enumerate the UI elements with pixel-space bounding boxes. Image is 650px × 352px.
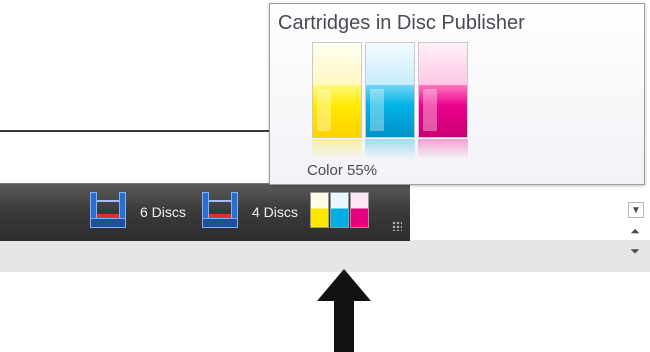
- cartridge-magenta-reflection: [418, 139, 468, 159]
- cartridge-magenta: [418, 42, 468, 138]
- cartridge-cyan-reflection: [365, 139, 415, 159]
- divider-line: [0, 130, 270, 132]
- tooltip-title: Cartridges in Disc Publisher: [278, 12, 525, 34]
- resize-grip-icon[interactable]: [392, 221, 402, 231]
- status-bar: 6 Discs 4 Discs: [0, 183, 410, 241]
- cartridge-yellow: [312, 42, 362, 138]
- gray-panel: [0, 240, 650, 272]
- disc-bin-1-label: 6 Discs: [140, 204, 186, 220]
- double-chevron-up-icon[interactable]: ⏶: [628, 224, 642, 238]
- cartridge-yellow-mini-icon[interactable]: [310, 192, 329, 228]
- cartridge-cyan: [365, 42, 415, 138]
- double-chevron-down-icon[interactable]: ⏷: [628, 244, 642, 258]
- cartridge-cyan-mini-icon[interactable]: [330, 192, 349, 228]
- ink-percent: 55%: [347, 162, 378, 179]
- cartridge-tooltip: Cartridges in Disc Publisher Color 55%: [269, 3, 645, 185]
- disc-bin-1-icon[interactable]: [88, 192, 128, 228]
- dropdown-arrow-icon[interactable]: ▼: [628, 202, 644, 218]
- disc-bin-2-icon[interactable]: [200, 192, 240, 228]
- scroll-controls: ▼ ⏶ ⏷: [626, 202, 644, 264]
- ink-level-text: Color 55%: [307, 162, 377, 179]
- cartridge-yellow-reflection: [312, 139, 362, 159]
- cartridge-magenta-mini-icon[interactable]: [350, 192, 369, 228]
- ink-label: Color: [307, 162, 343, 179]
- cartridge-group: [312, 42, 470, 160]
- disc-bin-2-label: 4 Discs: [252, 204, 298, 220]
- arrow-up-icon: [317, 269, 371, 352]
